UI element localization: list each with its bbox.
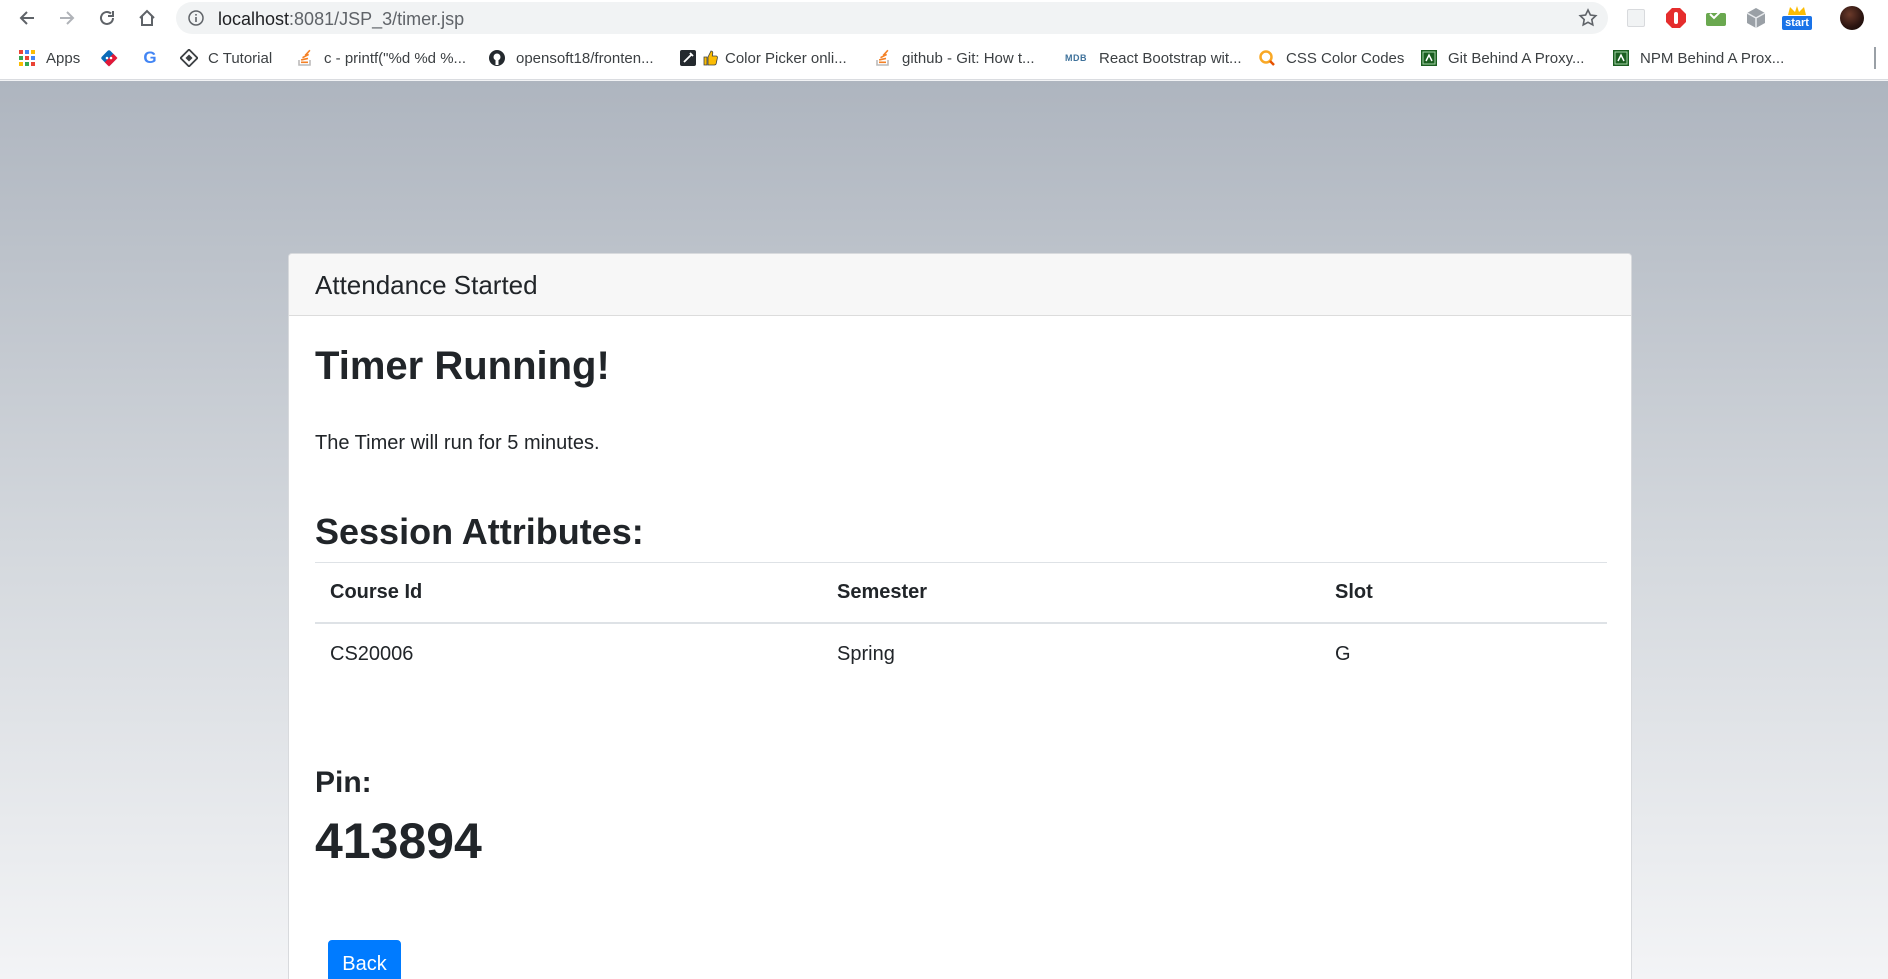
browser-toolbar: localhost:8081/JSP_3/timer.jsp start bbox=[0, 0, 1888, 36]
home-button[interactable] bbox=[133, 4, 161, 32]
bookmarks-bar: Apps G C Tutorial c - printf("%d %d %...… bbox=[0, 36, 1888, 80]
page-title: Timer Running! bbox=[315, 344, 610, 388]
pin-label: Pin: bbox=[315, 766, 372, 799]
bookmark-dominos[interactable] bbox=[100, 47, 128, 69]
bookmark-label: NPM Behind A Prox... bbox=[1640, 49, 1785, 67]
crown-icon bbox=[1788, 6, 1806, 15]
bookmark-label: Color Picker onli... bbox=[725, 49, 847, 67]
card-header: Attendance Started bbox=[289, 254, 1631, 316]
arrow-right-icon bbox=[60, 11, 75, 25]
mdb-icon: MDB bbox=[1065, 53, 1087, 63]
arrow-left-icon bbox=[19, 11, 34, 25]
back-button[interactable]: Back bbox=[328, 940, 401, 979]
bookmark-label: c - printf("%d %d %... bbox=[324, 49, 467, 67]
proxy-icon bbox=[1420, 49, 1438, 67]
address-bar[interactable]: localhost:8081/JSP_3/timer.jsp bbox=[176, 2, 1608, 34]
timer-description: The Timer will run for 5 minutes. bbox=[315, 432, 600, 454]
bookmark-label: React Bootstrap wit... bbox=[1099, 49, 1242, 67]
stackoverflow-icon bbox=[296, 49, 314, 67]
thumbs-up-icon bbox=[701, 49, 719, 67]
cell-course-id: CS20006 bbox=[330, 642, 414, 665]
start-badge: start bbox=[1782, 16, 1812, 30]
bookmark-label: opensoft18/fronten... bbox=[516, 49, 654, 67]
adblock-icon bbox=[1666, 8, 1686, 28]
bookmarks-overflow[interactable] bbox=[1874, 47, 1876, 69]
home-icon bbox=[139, 9, 155, 26]
bookmark-label: Git Behind A Proxy... bbox=[1448, 49, 1585, 67]
column-header-slot: Slot bbox=[1320, 562, 1607, 624]
dominos-icon bbox=[100, 49, 118, 67]
start-extension[interactable]: start bbox=[1782, 6, 1812, 30]
bookmark-label: C Tutorial bbox=[208, 49, 273, 67]
info-icon bbox=[188, 10, 204, 26]
url-path: :8081/JSP_3/timer.jsp bbox=[289, 9, 465, 29]
table-row: CS20006 Spring G bbox=[315, 623, 1607, 685]
bookmark-color-picker[interactable]: Color Picker onli... bbox=[679, 47, 847, 69]
back-nav-button[interactable] bbox=[13, 4, 41, 32]
search-color-icon bbox=[1258, 49, 1276, 67]
bookmark-star-icon[interactable] bbox=[1578, 8, 1598, 28]
color-picker-icon bbox=[679, 49, 697, 67]
github-icon bbox=[488, 49, 506, 67]
url-text: localhost:8081/JSP_3/timer.jsp bbox=[218, 9, 464, 30]
bookmark-npm-proxy[interactable]: NPM Behind A Prox... bbox=[1612, 47, 1784, 69]
column-header-course-id: Course Id bbox=[315, 562, 822, 624]
avatar bbox=[1840, 6, 1864, 30]
reload-icon bbox=[100, 10, 114, 25]
attendance-card: Attendance Started Timer Running! The Ti… bbox=[288, 253, 1632, 979]
column-header-semester: Semester bbox=[822, 562, 1320, 624]
url-host: localhost bbox=[218, 9, 290, 29]
bookmark-git-how[interactable]: github - Git: How t... bbox=[874, 47, 1035, 69]
bookmark-opensoft[interactable]: opensoft18/fronten... bbox=[488, 47, 654, 69]
google-icon: G bbox=[143, 48, 157, 67]
pin-value: 413894 bbox=[315, 813, 482, 869]
proxy-icon bbox=[1612, 49, 1630, 67]
bookmark-google[interactable]: G bbox=[141, 47, 169, 69]
reload-button[interactable] bbox=[93, 4, 121, 32]
profile-avatar[interactable] bbox=[1840, 6, 1864, 30]
bookmark-label: CSS Color Codes bbox=[1286, 49, 1405, 67]
mail-check-icon bbox=[1706, 9, 1726, 26]
cell-slot: G bbox=[1335, 642, 1351, 665]
table-header-row: Course Id Semester Slot bbox=[315, 562, 1607, 624]
bookmark-label: Apps bbox=[46, 49, 81, 67]
bookmark-git-proxy[interactable]: Git Behind A Proxy... bbox=[1420, 47, 1584, 69]
extension-blank[interactable] bbox=[1624, 6, 1648, 30]
mail-extension[interactable] bbox=[1704, 6, 1728, 30]
cube-icon bbox=[1746, 8, 1766, 28]
adblock-extension[interactable] bbox=[1664, 6, 1688, 30]
bookmark-c-tutorial[interactable]: C Tutorial bbox=[180, 47, 272, 69]
bookmark-apps[interactable]: Apps bbox=[18, 47, 80, 69]
apps-grid-icon bbox=[18, 49, 36, 67]
bookmark-label: github - Git: How t... bbox=[902, 49, 1035, 67]
stackoverflow-icon bbox=[874, 49, 892, 67]
forward-nav-button[interactable] bbox=[53, 4, 81, 32]
session-heading: Session Attributes: bbox=[315, 511, 644, 552]
bookmark-react-bootstrap[interactable]: MDB React Bootstrap wit... bbox=[1063, 47, 1242, 69]
bookmark-printf[interactable]: c - printf("%d %d %... bbox=[296, 47, 466, 69]
page-background: Attendance Started Timer Running! The Ti… bbox=[0, 81, 1888, 979]
cell-semester: Spring bbox=[837, 642, 895, 665]
cube-extension[interactable] bbox=[1744, 6, 1768, 30]
session-table: Course Id Semester Slot CS20006 Spring G bbox=[315, 562, 1607, 685]
diamond-icon bbox=[180, 49, 198, 67]
bookmark-css-color-codes[interactable]: CSS Color Codes bbox=[1258, 47, 1404, 69]
